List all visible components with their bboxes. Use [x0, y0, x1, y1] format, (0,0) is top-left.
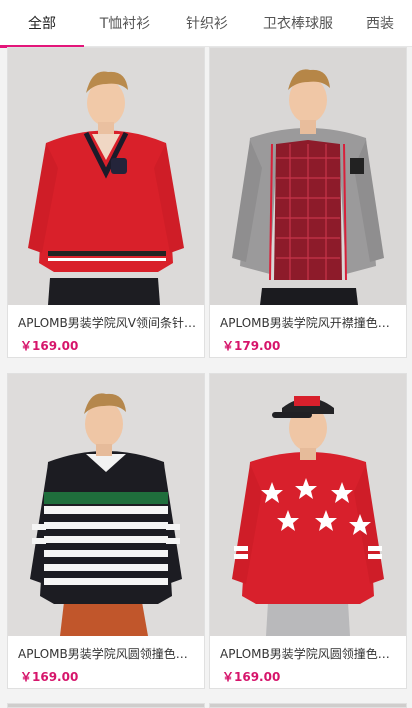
product-image[interactable]: [8, 48, 204, 305]
product-title[interactable]: APLOMB男装学院风圆领撞色星星毛衣: [220, 645, 398, 662]
product-title[interactable]: APLOMB男装学院风开襟撞色针织开衫: [220, 314, 398, 331]
tab-all[interactable]: 全部: [0, 0, 84, 48]
product-price: ￥169.00: [20, 339, 79, 353]
tab-tshirts-shirts[interactable]: T恤衬衫: [84, 0, 166, 47]
product-card[interactable]: APLOMB男装学院风圆领撞色条纹毛衣 ￥169.00: [7, 373, 205, 689]
product-image[interactable]: [8, 374, 204, 636]
next-product-card-peek: [7, 703, 205, 708]
product-price: ￥169.00: [20, 670, 79, 684]
product-card[interactable]: APLOMB男装学院风V领间条针织衫 ￥169.00: [7, 47, 205, 358]
product-image[interactable]: [210, 48, 406, 305]
product-price: ￥169.00: [222, 670, 281, 684]
tab-suits[interactable]: 西装: [348, 0, 412, 47]
product-card[interactable]: APLOMB男装学院风圆领撞色星星毛衣 ￥169.00: [209, 373, 407, 689]
product-card[interactable]: APLOMB男装学院风开襟撞色针织开衫 ￥179.00: [209, 47, 407, 358]
tab-hoodies-baseball[interactable]: 卫衣棒球服: [248, 0, 348, 47]
category-tab-bar: 全部 T恤衬衫 针织衫 卫衣棒球服 西装: [0, 0, 412, 48]
next-product-card-peek: [209, 703, 407, 708]
product-title[interactable]: APLOMB男装学院风V领间条针织衫: [18, 314, 196, 331]
product-image[interactable]: [210, 374, 406, 636]
tab-knitwear[interactable]: 针织衫: [166, 0, 248, 47]
product-title[interactable]: APLOMB男装学院风圆领撞色条纹毛衣: [18, 645, 196, 662]
product-price: ￥179.00: [222, 339, 281, 353]
